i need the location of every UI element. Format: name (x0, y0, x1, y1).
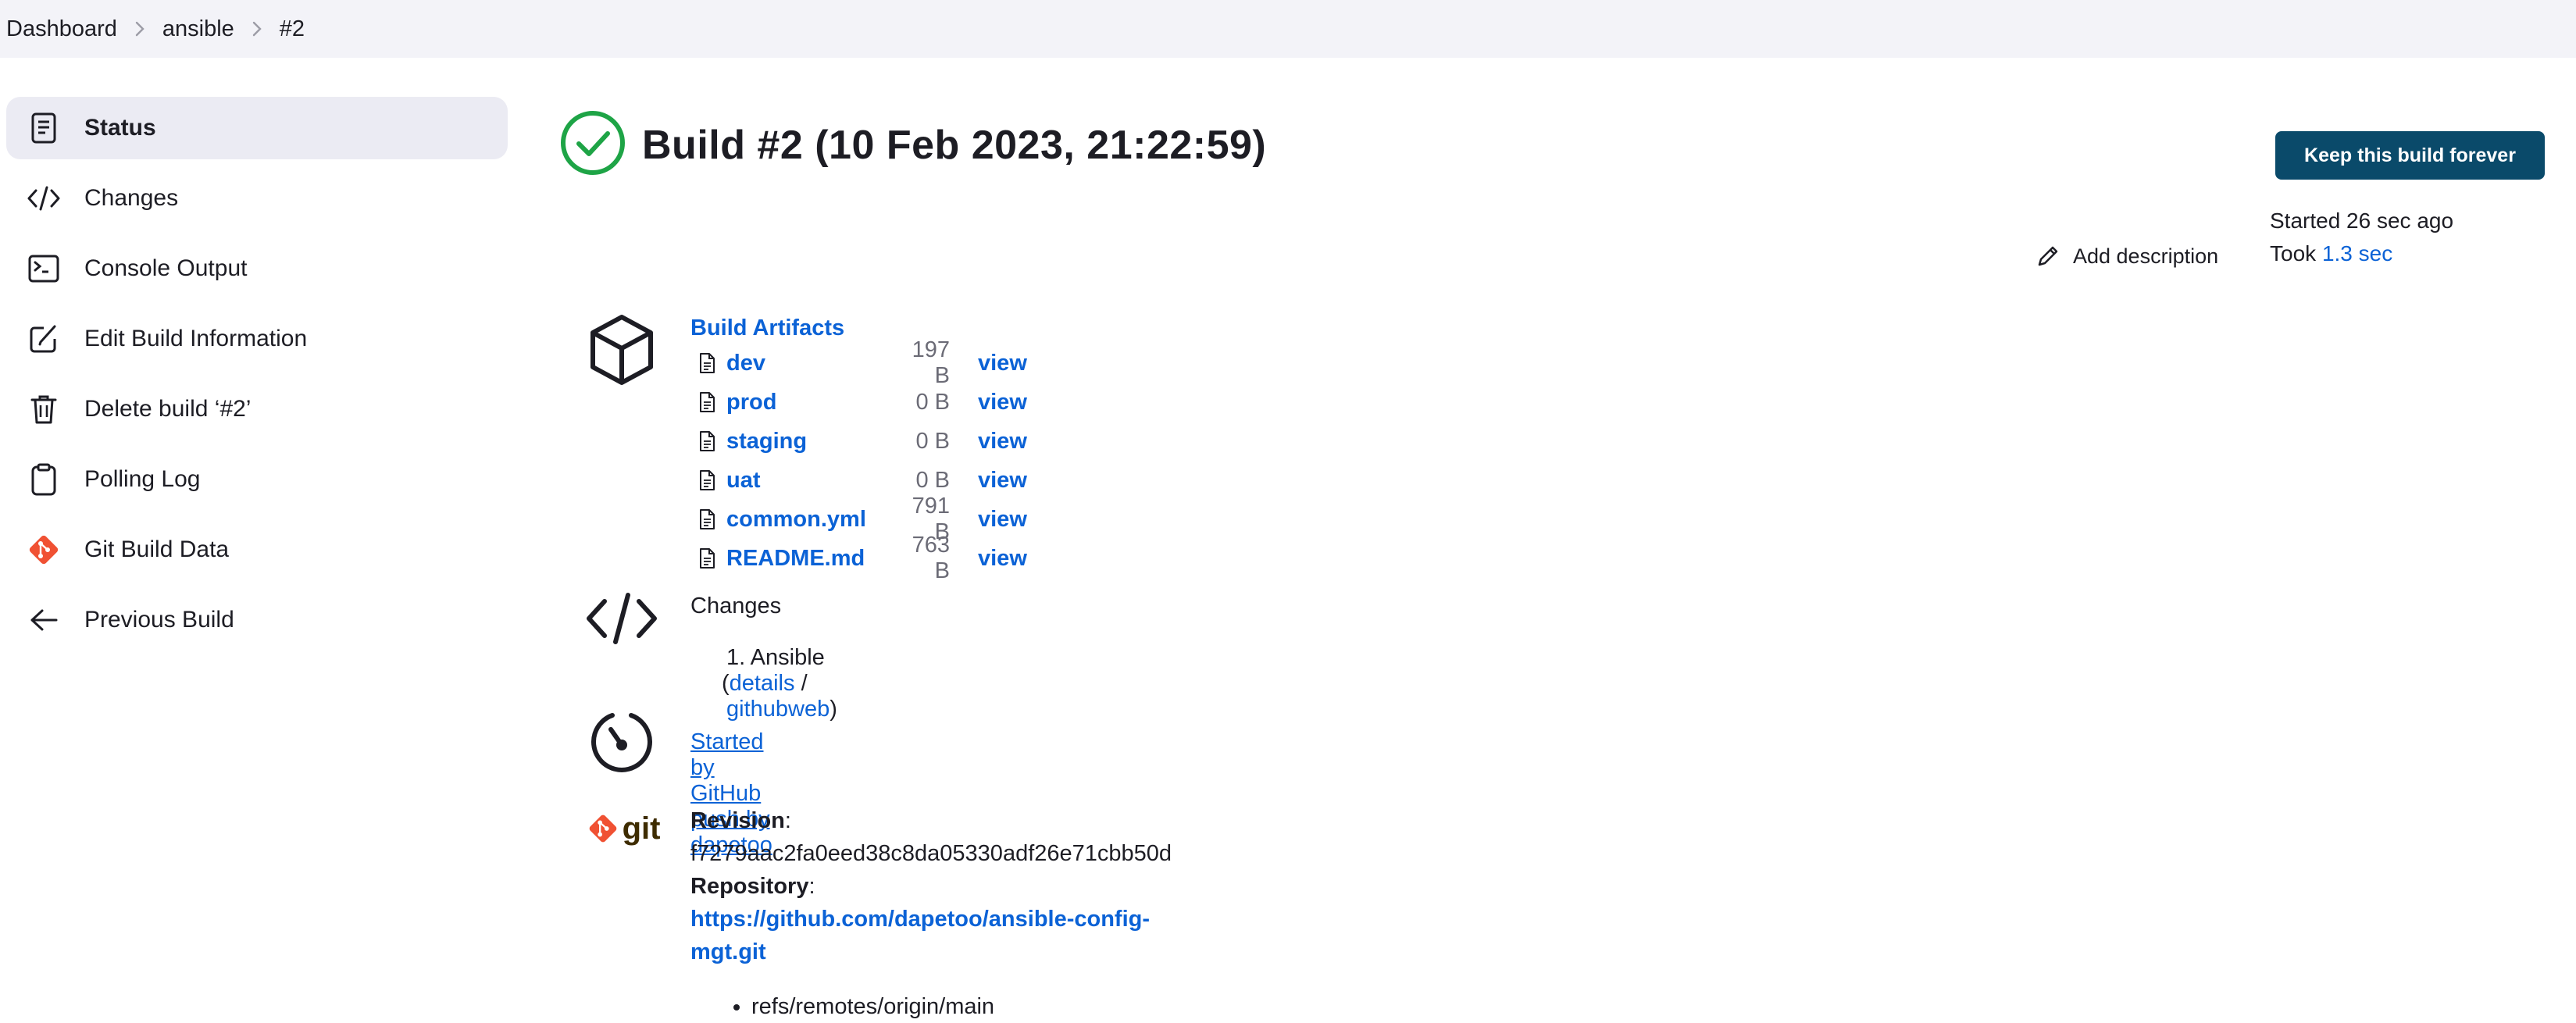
took-duration-link[interactable]: 1.3 sec (2322, 241, 2392, 266)
add-description-label: Add description (2073, 244, 2219, 268)
build-meta: Started 26 sec ago Took 1.3 sec (2270, 205, 2453, 270)
sidebar-item-console-output[interactable]: Console Output (6, 237, 508, 300)
artifact-name-link[interactable]: staging (726, 429, 894, 454)
code-icon (27, 181, 61, 216)
changes-heading: Changes (690, 593, 782, 618)
sidebar-item-label: Git Build Data (84, 536, 230, 562)
pencil-icon (2038, 246, 2058, 266)
artifact-row: prod 0 B view (690, 383, 1027, 422)
artifact-view-link[interactable]: view (978, 546, 1027, 572)
artifact-name-link[interactable]: prod (726, 390, 894, 415)
success-check-icon (559, 109, 626, 180)
document-icon (27, 111, 61, 145)
file-icon (698, 469, 717, 491)
artifact-row: common.yml 791 Bview (690, 494, 1027, 544)
list-item: refs/remotes/origin/main (751, 990, 1172, 1023)
file-icon (698, 352, 717, 374)
repository-row: Repository: https://github.com/dapetoo/a… (690, 874, 1151, 964)
file-icon (698, 391, 717, 413)
arrow-left-icon (27, 603, 61, 637)
breadcrumb-build[interactable]: #2 (280, 16, 305, 42)
add-description-button[interactable]: Add description (2035, 244, 2218, 269)
artifact-name-link[interactable]: common.yml (726, 507, 894, 533)
sidebar-item-label: Console Output (84, 255, 248, 281)
close-paren: ) (830, 697, 837, 722)
artifact-row: uat 0 B view (690, 461, 1027, 500)
sidebar-item-label: Previous Build (84, 607, 234, 633)
artifacts-list: Build Artifacts dev 197 Bview prod 0 Bview s… (690, 312, 1027, 583)
build-header: Build #2 (10 Feb 2023, 21:22:59) (559, 109, 1266, 180)
artifact-name-link[interactable]: uat (726, 468, 894, 494)
git-logo-text: git (622, 811, 661, 846)
build-artifacts-link[interactable]: Build Artifacts (690, 312, 1027, 344)
sidebar: Status Changes Console Output Edit Build… (6, 97, 508, 659)
sidebar-item-label: Status (84, 115, 156, 141)
change-number: 1. (726, 645, 746, 670)
artifact-view-link[interactable]: view (978, 390, 1027, 415)
change-name: Ansible (750, 645, 825, 670)
sidebar-item-status[interactable]: Status (6, 97, 508, 159)
artifact-row: dev 197 B view (690, 337, 1027, 388)
githubweb-link[interactable]: githubweb (726, 697, 830, 722)
artifact-size: 197 B (912, 337, 950, 388)
page-title: Build #2 (10 Feb 2023, 21:22:59) (642, 122, 1267, 168)
artifact-size: 763 B (912, 533, 950, 583)
sidebar-item-label: Polling Log (84, 466, 201, 492)
sidebar-item-git-build-data[interactable]: Git Build Data (6, 519, 508, 581)
file-icon (698, 547, 717, 569)
keep-build-forever-button[interactable]: Keep this build forever (2275, 131, 2545, 180)
details-link[interactable]: details (730, 671, 795, 696)
sidebar-item-polling-log[interactable]: Polling Log (6, 448, 508, 511)
open-paren: ( (722, 671, 730, 696)
change-item: 1. Ansible (details / githubweb) (690, 645, 837, 722)
file-icon (698, 508, 717, 530)
sidebar-item-delete-build[interactable]: Delete build ‘#2’ (6, 378, 508, 440)
clipboard-icon (27, 462, 61, 497)
took-label: Took (2270, 241, 2322, 266)
sidebar-item-changes[interactable]: Changes (6, 167, 508, 230)
repository-link[interactable]: https://github.com/dapetoo/ansible-confi… (690, 907, 1150, 964)
revision-value: f7279aac2fa0eed38c8da05330adf26e71cbb50d (690, 841, 1172, 866)
sidebar-item-label: Delete build ‘#2’ (84, 396, 252, 422)
artifact-view-link[interactable]: view (978, 507, 1027, 533)
artifact-view-link[interactable]: view (978, 429, 1027, 454)
revision-label: Revision (690, 808, 785, 833)
edit-icon (27, 322, 61, 356)
chevron-right-icon (117, 20, 162, 37)
artifact-name-link[interactable]: dev (726, 351, 894, 376)
timer-icon (581, 709, 662, 775)
file-icon (698, 430, 717, 452)
breadcrumb-ansible[interactable]: ansible (162, 16, 234, 42)
sidebar-item-label: Changes (84, 185, 179, 211)
artifact-name-link[interactable]: README.md (726, 546, 894, 572)
terminal-icon (27, 251, 61, 286)
revision-row: Revision: f7279aac2fa0eed38c8da05330adf2… (690, 808, 1172, 866)
artifact-size: 0 B (915, 389, 950, 415)
trash-icon (27, 392, 61, 426)
artifact-view-link[interactable]: view (978, 351, 1027, 376)
changes-content: Changes 1. Ansible (details / githubweb) (690, 590, 837, 722)
breadcrumb-dashboard[interactable]: Dashboard (6, 16, 117, 42)
git-icon (27, 533, 61, 567)
package-icon (581, 312, 662, 387)
link-separator: / (801, 671, 808, 696)
started-text: Started 26 sec ago (2270, 209, 2454, 233)
refs-list: refs/remotes/origin/main (690, 990, 1172, 1023)
artifact-row: staging 0 B view (690, 422, 1027, 461)
git-content: Revision: f7279aac2fa0eed38c8da05330adf2… (690, 804, 1172, 1023)
sidebar-item-previous-build[interactable]: Previous Build (6, 589, 508, 651)
took-text: Took 1.3 sec (2270, 237, 2453, 270)
artifact-row: README.md 763 B view (690, 533, 1027, 583)
artifact-view-link[interactable]: view (978, 468, 1027, 494)
repository-label: Repository (690, 874, 809, 899)
sidebar-item-edit-build-information[interactable]: Edit Build Information (6, 308, 508, 370)
chevron-right-icon (234, 20, 280, 37)
sidebar-item-label: Edit Build Information (84, 326, 308, 351)
artifact-size: 0 B (915, 467, 950, 493)
code-icon (581, 590, 662, 647)
breadcrumb: Dashboard ansible #2 (0, 0, 2576, 58)
artifact-size: 0 B (915, 428, 950, 454)
git-logo-icon: git (583, 812, 664, 845)
